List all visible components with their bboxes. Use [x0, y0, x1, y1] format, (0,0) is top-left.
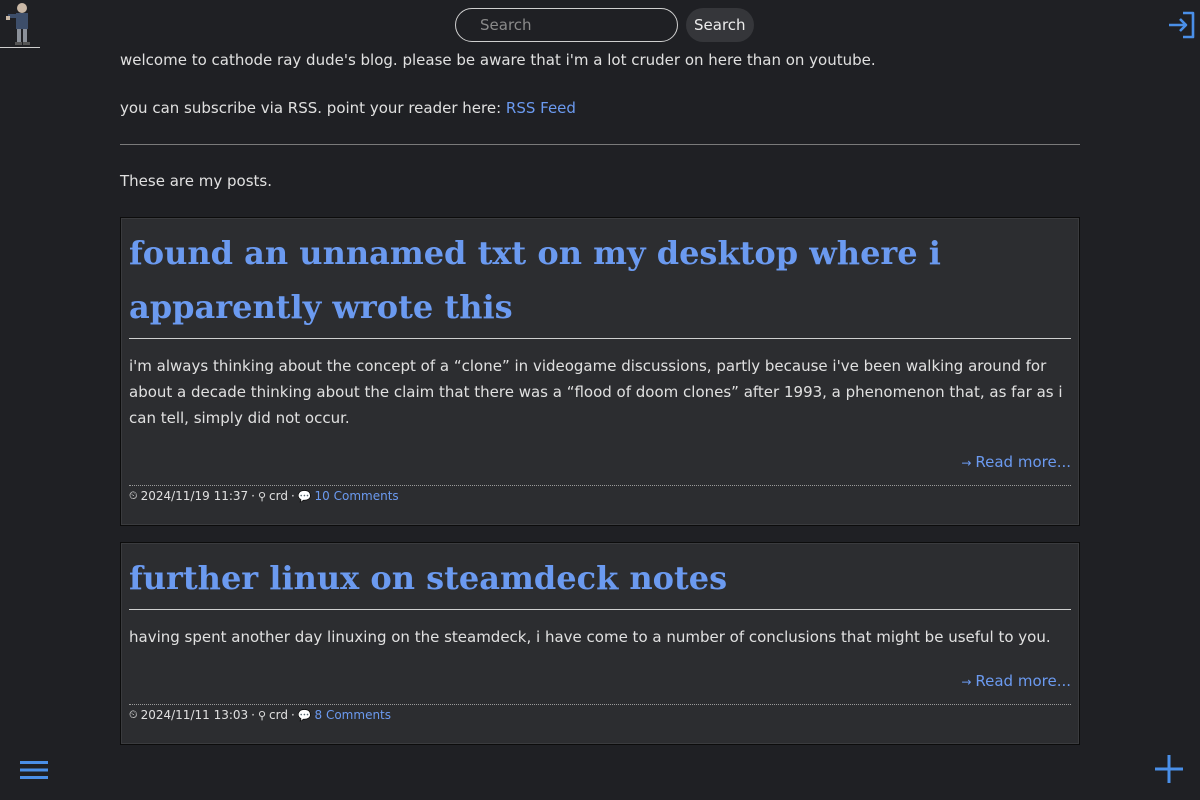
speech-bubble-icon: 💬	[297, 708, 312, 722]
read-more-label: Read more...	[975, 672, 1071, 690]
user-icon: ⚲	[257, 489, 267, 503]
posts-heading: These are my posts.	[120, 172, 272, 190]
search-bar: Search	[455, 8, 754, 42]
post-card: further linux on steamdeck notes having …	[120, 542, 1080, 745]
comments-link[interactable]: 10 Comments	[315, 489, 399, 503]
search-input[interactable]	[455, 8, 678, 42]
meta-separator: ·	[290, 489, 295, 503]
menu-button[interactable]	[18, 758, 50, 782]
search-button[interactable]: Search	[686, 8, 754, 42]
meta-separator: ·	[251, 489, 255, 503]
post-meta: ⏲ 2024/11/19 11:37 · ⚲ crd · 💬 10 Commen…	[129, 485, 1071, 503]
read-more-link[interactable]: → Read more...	[961, 672, 1071, 690]
subscribe-prefix: you can subscribe via RSS. point your re…	[120, 99, 506, 117]
post-author: crd	[269, 489, 288, 503]
divider	[120, 144, 1080, 145]
hamburger-menu-icon	[20, 761, 48, 779]
post-title[interactable]: further linux on steamdeck notes	[129, 551, 1071, 610]
meta-separator: ·	[290, 708, 295, 722]
main-content: welcome to cathode ray dude's blog. plea…	[120, 44, 1080, 745]
speech-bubble-icon: 💬	[297, 489, 312, 503]
user-icon: ⚲	[257, 708, 267, 722]
read-more-label: Read more...	[975, 453, 1071, 471]
avatar-figure-icon	[0, 0, 40, 47]
add-button[interactable]	[1154, 754, 1184, 784]
welcome-text: welcome to cathode ray dude's blog. plea…	[120, 51, 876, 69]
arrow-right-icon: →	[961, 675, 972, 689]
post-author: crd	[269, 708, 288, 722]
subscribe-text: you can subscribe via RSS. point your re…	[120, 96, 1080, 120]
comments-link[interactable]: 8 Comments	[315, 708, 392, 722]
plus-icon	[1155, 755, 1183, 783]
login-button[interactable]	[1166, 8, 1198, 42]
meta-separator: ·	[251, 708, 255, 722]
read-more-link[interactable]: → Read more...	[961, 453, 1071, 471]
post-title[interactable]: found an unnamed txt on my desktop where…	[129, 226, 1071, 339]
read-more: → Read more...	[129, 453, 1071, 471]
clock-icon: ⏲	[129, 708, 138, 721]
post-card: found an unnamed txt on my desktop where…	[120, 217, 1080, 526]
post-date: 2024/11/19 11:37	[140, 489, 249, 503]
post-date: 2024/11/11 13:03	[140, 708, 249, 722]
arrow-right-icon: →	[961, 456, 972, 470]
read-more: → Read more...	[129, 672, 1071, 690]
avatar[interactable]	[0, 0, 40, 48]
clock-icon: ⏲	[129, 489, 138, 502]
rss-feed-link[interactable]: RSS Feed	[506, 99, 576, 117]
post-meta: ⏲ 2024/11/11 13:03 · ⚲ crd · 💬 8 Comment…	[129, 704, 1071, 722]
login-icon	[1169, 11, 1195, 39]
post-excerpt: having spent another day linuxing on the…	[129, 628, 1051, 646]
post-excerpt: i'm always thinking about the concept of…	[129, 357, 1063, 427]
